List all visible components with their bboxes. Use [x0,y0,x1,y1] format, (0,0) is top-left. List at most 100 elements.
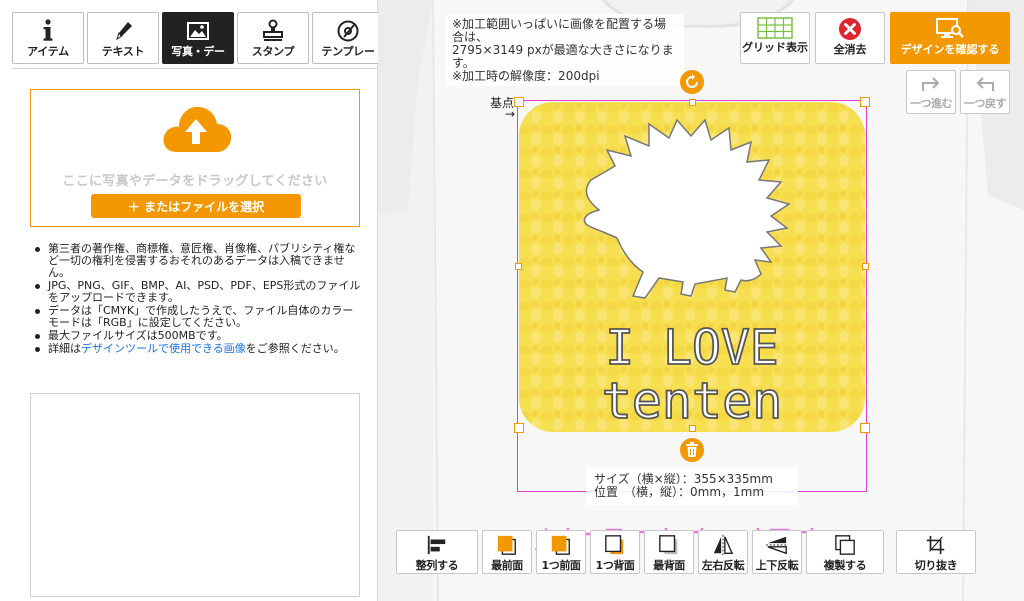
grid-icon [757,17,793,39]
note-item: 最大ファイルサイズは500MBです。 [32,330,362,342]
align-icon [427,535,446,555]
resize-handle-bl[interactable] [514,423,524,433]
object-toolbar: 整列する 最前面 1つ前面 1つ背面 最背面 左右反転 上下反転 複製する 切り… [396,530,980,574]
bring-front-icon [497,535,516,555]
drop-text: ここに写真やデータをドラッグしてください [62,174,328,189]
tab-template[interactable]: テンプレー [312,12,384,64]
tab-photo[interactable]: 写真・デー [162,12,234,64]
undo-icon [976,77,994,91]
crop-label: 切り抜き [914,559,958,572]
clear-label: 全消去 [833,43,867,56]
send-back-label: 最背面 [653,559,685,572]
send-back-button[interactable]: 最背面 [644,530,694,574]
tool-tabs: アイテム テキスト 写真・デー スタンプ テンプレー [12,12,387,64]
confirm-design-button[interactable]: デザインを確認する [890,12,1010,64]
template-icon [337,20,359,42]
confirm-label: デザインを確認する [900,43,1000,56]
note-prefix: 詳細は [48,342,81,355]
upload-cloud-icon [163,106,232,152]
clear-icon [839,18,861,40]
flip-horizontal-button[interactable]: 左右反転 [698,530,748,574]
bring-front-label: 最前面 [491,559,523,572]
resize-handle-tr[interactable] [860,97,870,107]
clear-all-button[interactable]: 全消去 [815,12,885,64]
tab-stamp[interactable]: スタンプ [237,12,309,64]
redo-button[interactable]: 一つ進む [906,70,956,114]
art-text-line1: I LOVE [605,320,778,376]
flip-horizontal-icon [713,534,734,556]
monitor-search-icon [936,18,964,38]
crop-button[interactable]: 切り抜き [896,530,976,574]
align-label: 整列する [415,559,459,572]
art-text-line2: tenten [602,372,783,430]
tab-label: スタンプ [251,45,295,58]
resize-handle-br[interactable] [860,423,870,433]
note-item: 第三者の著作権、商標権、意匠権、肖像権、パブリシティ権など一切の権利を侵害するお… [32,243,362,279]
bring-front-button[interactable]: 最前面 [482,530,532,574]
delete-handle[interactable] [680,438,704,462]
origin-arrow: → [505,107,516,121]
send-backward-icon [605,535,624,555]
note-item: 詳細はデザインツールで使用できる画像をご参照ください。 [32,343,362,355]
align-button[interactable]: 整列する [396,530,478,574]
select-file-button[interactable]: ＋ またはファイルを選択 [91,194,301,218]
stamp-icon [263,19,283,41]
undo-button[interactable]: 一つ戻す [960,70,1010,114]
design-workspace: ※加工範囲いっぱいに画像を配置する場合は、 2795×3149 pxが最適な大き… [378,0,1024,601]
tab-label: テンプレー [321,45,375,58]
notice-line: 2795×3149 pxが最適な大きさになります。 [452,43,674,70]
flip-vertical-label: 上下反転 [755,559,799,572]
rotate-handle[interactable] [680,70,704,94]
tab-item[interactable]: アイテム [12,12,84,64]
upload-dropzone[interactable]: ここに写真やデータをドラッグしてください ＋ またはファイルを選択 [30,89,360,227]
trash-icon [686,442,698,457]
top-actions: グリッド表示 全消去 デザインを確認する [740,12,1015,64]
size-position-info: サイズ（横×縦）：355×335mm 位置 （横，縦）：0mm，1mm [586,467,798,505]
design-image[interactable]: I LOVE tenten [519,102,865,432]
position-text: 位置 （横，縦）：0mm，1mm [594,485,765,499]
notice-line: ※加工時の解像度：200dpi [452,69,600,83]
tab-label: アイテム [27,45,69,58]
note-item: JPG、PNG、GIF、BMP、AI、PSD、PDF、EPS形式のファイルをアッ… [32,280,362,304]
bring-forward-label: 1つ前面 [541,559,581,572]
resize-handle-right[interactable] [862,263,869,270]
duplicate-label: 複製する [823,559,867,572]
info-icon [43,19,53,41]
flip-vertical-button[interactable]: 上下反転 [752,530,802,574]
grid-label: グリッド表示 [742,41,808,54]
note-item: データは「CMYK」で作成したうえで、ファイル自体のカラーモードは「RGB」に設… [32,305,362,329]
tab-text[interactable]: テキスト [87,12,159,64]
grid-toggle-button[interactable]: グリッド表示 [740,12,810,64]
crop-icon [926,535,945,555]
notice-line: ※加工範囲いっぱいに画像を配置する場合は、 [452,17,667,44]
redo-label: 一つ進む [910,97,953,110]
uploaded-images-list[interactable] [30,393,360,597]
tab-label: 写真・デー [171,45,225,58]
resize-handle-tl[interactable] [514,97,524,107]
rotate-icon [686,74,698,88]
send-backward-button[interactable]: 1つ背面 [590,530,640,574]
resize-handle-top[interactable] [689,99,696,106]
bring-forward-button[interactable]: 1つ前面 [536,530,586,574]
resize-handle-bottom[interactable] [689,425,696,432]
pen-icon [116,22,132,41]
duplicate-icon [835,535,855,555]
image-icon [187,22,209,40]
tab-label: テキスト [101,45,145,58]
duplicate-button[interactable]: 複製する [806,530,884,574]
left-panel: アイテム テキスト 写真・デー スタンプ テンプレー ここに写真やデータをドラッ… [0,0,384,601]
redo-icon [922,77,940,91]
print-area-notice: ※加工範囲いっぱいに画像を配置する場合は、 2795×3149 pxが最適な大き… [446,14,684,86]
note-suffix: をご参照ください。 [245,342,345,355]
flip-horizontal-label: 左右反転 [701,559,745,572]
resize-handle-left[interactable] [515,263,522,270]
history-controls: 一つ進む 一つ戻す [906,70,1014,114]
photo-panel: ここに写真やデータをドラッグしてください ＋ またはファイルを選択 第三者の著作… [12,68,378,597]
send-back-icon [659,535,678,555]
undo-label: 一つ戻す [964,97,1007,110]
upload-notes: 第三者の著作権、商標権、意匠権、肖像権、パブリシティ権など一切の権利を侵害するお… [32,243,362,356]
bring-forward-icon [551,535,570,555]
flip-vertical-icon [766,536,788,555]
send-backward-label: 1つ背面 [595,559,635,572]
usable-images-link[interactable]: デザインツールで使用できる画像 [81,342,246,355]
